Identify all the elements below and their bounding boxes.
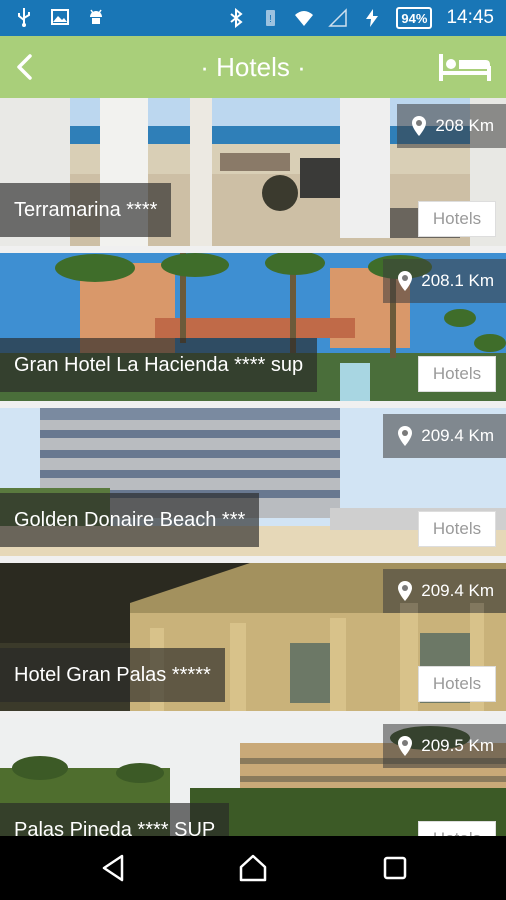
navigation-bar [0,836,506,900]
hotel-name: Terramarina **** [0,183,172,237]
image-icon [51,9,69,25]
signal-icon [328,8,348,27]
location-pin-icon [412,116,427,136]
hotel-name: Golden Donaire Beach *** [0,493,260,547]
distance-value: 208.1 Km [421,271,494,290]
hotel-card[interactable]: 209.5 Km Palas Pineda **** SUP Hotels [0,718,506,836]
hotel-name: Palas Pineda **** SUP [0,803,230,836]
bluetooth-icon [230,8,244,28]
hotel-name: Hotel Gran Palas ***** [0,648,225,702]
distance-badge: 208 Km [397,104,506,148]
page-title: · Hotels · [200,52,306,82]
home-icon[interactable] [237,852,269,884]
distance-badge: 209.4 Km [383,414,506,458]
app-bar: · Hotels · [0,36,506,98]
distance-badge: 208.1 Km [383,259,506,303]
bed-icon[interactable] [438,52,492,82]
hotel-card[interactable]: 208.1 Km Gran Hotel La Hacienda **** sup… [0,253,506,401]
hotel-list: 208 Km Terramarina **** Hotels 208.1 Km [0,98,506,836]
usb-icon [18,8,30,27]
distance-value: 209.5 Km [421,736,494,755]
category-button[interactable]: Hotels [418,356,496,392]
hotel-card[interactable]: 209.4 Km Hotel Gran Palas ***** Hotels [0,563,506,711]
charging-icon [366,9,379,27]
location-pin-icon [398,736,413,756]
vibrate-icon: ! [266,10,276,26]
category-button[interactable]: Hotels [418,666,496,702]
location-pin-icon [398,271,413,291]
distance-value: 209.4 Km [421,581,494,600]
distance-badge: 209.5 Km [383,724,506,768]
distance-badge: 209.4 Km [383,569,506,613]
category-button[interactable]: Hotels [418,821,496,836]
hotel-card[interactable]: 208 Km Terramarina **** Hotels [0,98,506,246]
distance-value: 209.4 Km [421,426,494,445]
category-button[interactable]: Hotels [418,201,496,237]
wifi-icon [295,11,314,26]
location-pin-icon [398,581,413,601]
svg-text:!: ! [270,14,273,25]
distance-value: 208 Km [435,116,494,135]
battery-indicator: 94% [396,7,433,29]
clock: 14:45 [446,7,494,28]
location-pin-icon [398,426,413,446]
back-triangle-icon[interactable] [98,852,130,884]
hotel-card[interactable]: 209.4 Km Golden Donaire Beach *** Hotels [0,408,506,556]
recents-icon[interactable] [379,852,411,884]
hotel-name: Gran Hotel La Hacienda **** sup [0,338,318,392]
android-icon [90,9,102,24]
category-button[interactable]: Hotels [418,511,496,547]
status-bar: ! 94% 14:45 [0,0,506,36]
